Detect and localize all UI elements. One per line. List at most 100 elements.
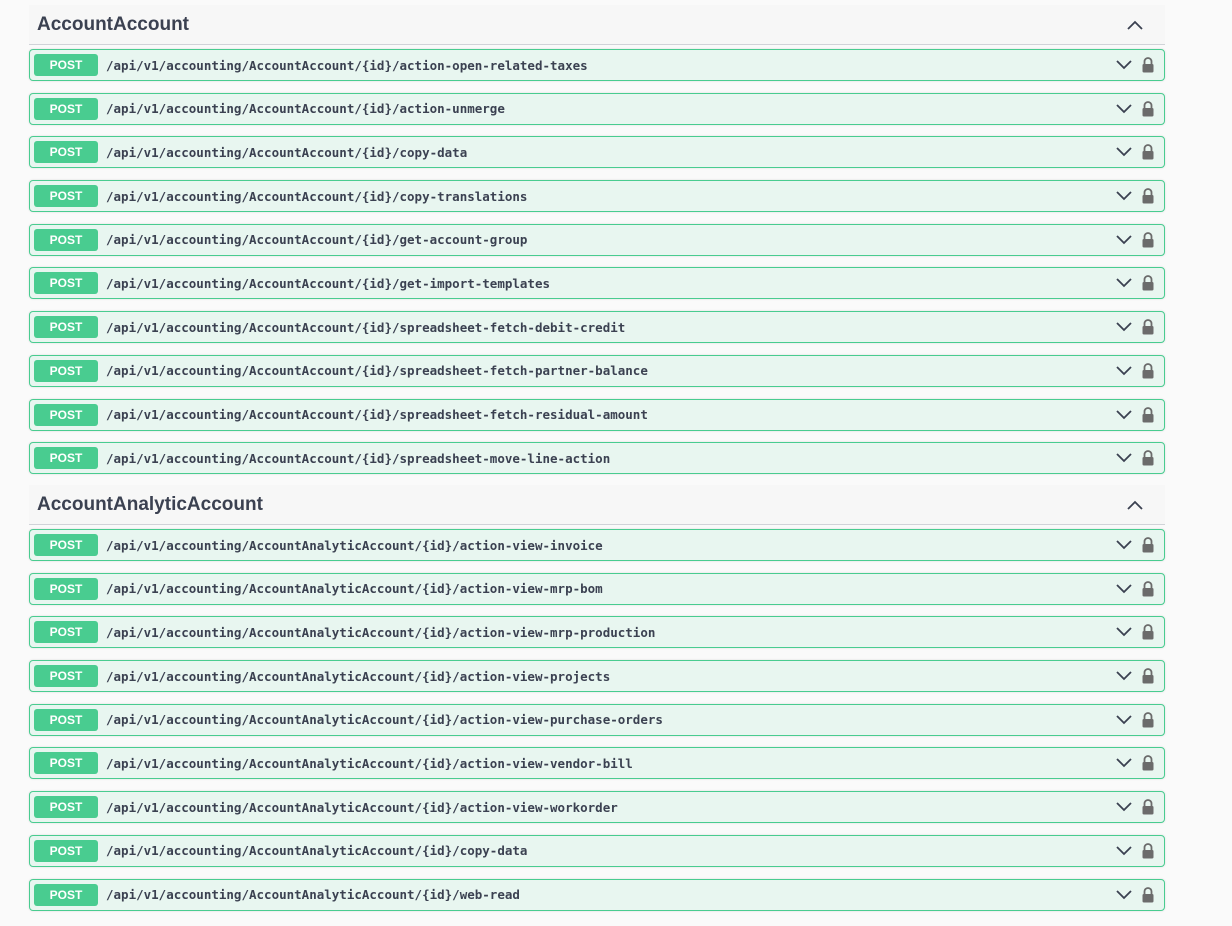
lock-icon[interactable]	[1138, 448, 1158, 468]
operation-list: POST/api/v1/accounting/AccountAccount/{i…	[29, 49, 1165, 475]
operation-row[interactable]: POST/api/v1/accounting/AccountAccount/{i…	[29, 398, 1165, 431]
chevron-down-icon[interactable]	[1114, 273, 1134, 293]
lock-icon[interactable]	[1138, 99, 1158, 119]
chevron-down-icon[interactable]	[1114, 230, 1134, 250]
operation-icons	[1114, 405, 1158, 425]
operation-path: /api/v1/accounting/AccountAnalyticAccoun…	[106, 843, 528, 859]
operation-icons	[1114, 841, 1158, 861]
operation-path: /api/v1/accounting/AccountAccount/{id}/a…	[106, 101, 505, 117]
chevron-down-icon[interactable]	[1114, 579, 1134, 599]
lock-icon[interactable]	[1138, 317, 1158, 337]
chevron-down-icon[interactable]	[1114, 885, 1134, 905]
operation-icons	[1114, 448, 1158, 468]
lock-icon[interactable]	[1138, 885, 1158, 905]
operation-row[interactable]: POST/api/v1/accounting/AccountAccount/{i…	[29, 49, 1165, 81]
operation-row[interactable]: POST/api/v1/accounting/AccountAccount/{i…	[29, 223, 1165, 256]
chevron-down-icon[interactable]	[1114, 448, 1134, 468]
operation-icons	[1114, 622, 1158, 642]
operation-row[interactable]: POST/api/v1/accounting/AccountAccount/{i…	[29, 354, 1165, 387]
lock-icon[interactable]	[1138, 579, 1158, 599]
method-badge: POST	[34, 665, 98, 688]
operation-row[interactable]: POST/api/v1/accounting/AccountAnalyticAc…	[29, 703, 1165, 736]
operation-icons	[1114, 55, 1158, 75]
chevron-down-icon[interactable]	[1114, 622, 1134, 642]
operation-row[interactable]: POST/api/v1/accounting/AccountAnalyticAc…	[29, 529, 1165, 561]
lock-icon[interactable]	[1138, 753, 1158, 773]
operation-path: /api/v1/accounting/AccountAnalyticAccoun…	[106, 581, 603, 597]
operation-row[interactable]: POST/api/v1/accounting/AccountAnalyticAc…	[29, 616, 1165, 649]
operation-row[interactable]: POST/api/v1/accounting/AccountAnalyticAc…	[29, 572, 1165, 605]
lock-icon[interactable]	[1138, 841, 1158, 861]
lock-icon[interactable]	[1138, 622, 1158, 642]
operation-path: /api/v1/accounting/AccountAnalyticAccoun…	[106, 799, 618, 815]
operation-path: /api/v1/accounting/AccountAccount/{id}/s…	[106, 407, 648, 422]
method-badge: POST	[34, 447, 98, 470]
section-header[interactable]: AccountAccount	[29, 5, 1165, 45]
operation-path: /api/v1/accounting/AccountAccount/{id}/s…	[106, 450, 611, 466]
caret-up-icon[interactable]	[1125, 15, 1145, 35]
operation-icons	[1114, 710, 1158, 730]
chevron-down-icon[interactable]	[1114, 666, 1134, 686]
chevron-down-icon[interactable]	[1114, 317, 1134, 337]
chevron-down-icon[interactable]	[1114, 753, 1134, 773]
operation-row[interactable]: POST/api/v1/accounting/AccountAccount/{i…	[29, 311, 1165, 344]
lock-icon[interactable]	[1138, 361, 1158, 381]
operation-icons	[1114, 579, 1158, 599]
operation-path: /api/v1/accounting/AccountAccount/{id}/g…	[106, 232, 528, 248]
lock-icon[interactable]	[1138, 797, 1158, 817]
chevron-down-icon[interactable]	[1114, 535, 1134, 555]
method-badge: POST	[34, 54, 98, 76]
api-docs-page: AccountAccount POST/api/v1/accounting/Ac…	[0, 0, 1232, 926]
lock-icon[interactable]	[1138, 55, 1158, 75]
operation-row[interactable]: POST/api/v1/accounting/AccountAccount/{i…	[29, 92, 1165, 125]
section-account-analytic-account: AccountAnalyticAccount POST/api/v1/accou…	[29, 485, 1165, 922]
operation-row[interactable]: POST/api/v1/accounting/AccountAnalyticAc…	[29, 747, 1165, 780]
caret-up-icon[interactable]	[1125, 495, 1145, 515]
lock-icon[interactable]	[1138, 230, 1158, 250]
chevron-down-icon[interactable]	[1114, 797, 1134, 817]
lock-icon[interactable]	[1138, 535, 1158, 555]
operation-path: /api/v1/accounting/AccountAccount/{id}/s…	[106, 319, 626, 335]
operation-list: POST/api/v1/accounting/AccountAnalyticAc…	[29, 529, 1165, 911]
operation-icons	[1114, 317, 1158, 337]
chevron-down-icon[interactable]	[1114, 710, 1134, 730]
operation-icons	[1114, 666, 1158, 686]
chevron-down-icon[interactable]	[1114, 361, 1134, 381]
chevron-down-icon[interactable]	[1114, 55, 1134, 75]
operation-icons	[1114, 535, 1158, 555]
lock-icon[interactable]	[1138, 405, 1158, 425]
chevron-down-icon[interactable]	[1114, 405, 1134, 425]
lock-icon[interactable]	[1138, 666, 1158, 686]
operation-row[interactable]: POST/api/v1/accounting/AccountAnalyticAc…	[29, 791, 1165, 824]
operation-row[interactable]: POST/api/v1/accounting/AccountAnalyticAc…	[29, 878, 1165, 911]
chevron-down-icon[interactable]	[1114, 841, 1134, 861]
operation-row[interactable]: POST/api/v1/accounting/AccountAccount/{i…	[29, 136, 1165, 169]
method-badge: POST	[34, 272, 98, 295]
chevron-down-icon[interactable]	[1114, 99, 1134, 119]
method-badge: POST	[34, 228, 98, 251]
chevron-down-icon[interactable]	[1114, 142, 1134, 162]
operation-path: /api/v1/accounting/AccountAccount/{id}/s…	[106, 363, 648, 379]
lock-icon[interactable]	[1138, 710, 1158, 730]
section-title: AccountAccount	[37, 13, 189, 35]
operation-row[interactable]: POST/api/v1/accounting/AccountAccount/{i…	[29, 442, 1165, 475]
operation-icons	[1114, 273, 1158, 293]
section-header[interactable]: AccountAnalyticAccount	[29, 485, 1165, 525]
operation-path: /api/v1/accounting/AccountAnalyticAccoun…	[106, 887, 520, 902]
method-badge: POST	[34, 403, 98, 426]
lock-icon[interactable]	[1138, 273, 1158, 293]
operation-path: /api/v1/accounting/AccountAnalyticAccoun…	[106, 668, 611, 684]
operation-row[interactable]: POST/api/v1/accounting/AccountAccount/{i…	[29, 267, 1165, 300]
operation-path: /api/v1/accounting/AccountAccount/{id}/c…	[106, 188, 528, 204]
operation-path: /api/v1/accounting/AccountAnalyticAccoun…	[106, 755, 633, 771]
method-badge: POST	[34, 359, 98, 382]
chevron-down-icon[interactable]	[1114, 186, 1134, 206]
method-badge: POST	[34, 534, 98, 556]
method-badge: POST	[34, 752, 98, 775]
method-badge: POST	[34, 185, 98, 208]
operation-row[interactable]: POST/api/v1/accounting/AccountAnalyticAc…	[29, 834, 1165, 867]
operation-row[interactable]: POST/api/v1/accounting/AccountAnalyticAc…	[29, 660, 1165, 693]
lock-icon[interactable]	[1138, 142, 1158, 162]
lock-icon[interactable]	[1138, 186, 1158, 206]
operation-row[interactable]: POST/api/v1/accounting/AccountAccount/{i…	[29, 180, 1165, 213]
